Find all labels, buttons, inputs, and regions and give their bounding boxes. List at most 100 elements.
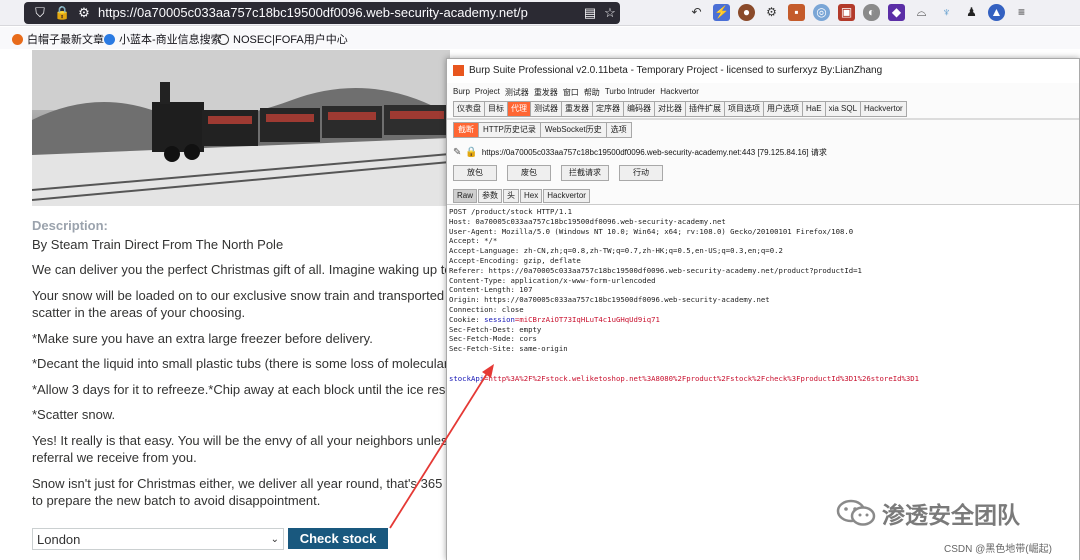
bookmark-item[interactable]: 小蓝本-商业信息搜索 bbox=[104, 31, 222, 47]
tab-params[interactable]: 参数 bbox=[478, 189, 503, 203]
burp-logo-icon bbox=[453, 65, 464, 76]
address-bar[interactable]: ⛉ 🔒 ⚙ https://0a70005c033aa757c18bc19500… bbox=[24, 2, 620, 24]
store-select[interactable]: London ⌄ bbox=[32, 528, 284, 550]
request-line: Sec-Fetch-Site: same-origin bbox=[449, 344, 568, 354]
menu-item[interactable]: 帮助 bbox=[584, 87, 600, 99]
extension-icon[interactable]: ◎ bbox=[813, 4, 830, 21]
proxy-sub-tabs: 截断 HTTP历史记录 WebSocket历史 选项 bbox=[453, 122, 632, 138]
tab-xia-sql[interactable]: xia SQL bbox=[824, 101, 861, 117]
lock-icon: 🔒 bbox=[465, 147, 478, 158]
intercept-toggle-button[interactable]: 拦截请求 bbox=[561, 165, 609, 181]
tab-target[interactable]: 目标 bbox=[484, 101, 507, 117]
product-image bbox=[32, 50, 450, 206]
menu-item[interactable]: Burp bbox=[453, 87, 470, 99]
extension-icon[interactable]: ◆ bbox=[888, 4, 905, 21]
burp-window: Burp Suite Professional v2.0.11beta - Te… bbox=[446, 58, 1080, 560]
watermark: 渗透安全团队 bbox=[836, 496, 1020, 530]
tab-dashboard[interactable]: 仪表盘 bbox=[453, 101, 484, 117]
menu-item[interactable]: 窗口 bbox=[563, 87, 579, 99]
menu-item[interactable]: 测试器 bbox=[505, 87, 529, 99]
url-text[interactable]: https://0a70005c033aa757c18bc19500df0096… bbox=[98, 5, 528, 21]
store-select-value: London bbox=[37, 531, 81, 547]
request-info-text: https://0a70005c033aa757c18bc19500df0096… bbox=[481, 148, 827, 157]
body-line: stockApi=http%3A%2F%2Fstock.weliketoshop… bbox=[449, 374, 1079, 384]
tab-intercept[interactable]: 截断 bbox=[453, 122, 478, 138]
url-suffix: /product?productId bbox=[516, 5, 528, 20]
menu-icon[interactable]: ≡ bbox=[1013, 4, 1030, 21]
permissions-icon[interactable]: ⚙ bbox=[76, 5, 92, 21]
cookie-name: session bbox=[484, 314, 515, 324]
lock-icon[interactable]: 🔒 bbox=[54, 5, 70, 21]
pencil-icon[interactable]: ✎ bbox=[453, 147, 461, 158]
extension-icon[interactable]: ▪ bbox=[788, 4, 805, 21]
drop-button[interactable]: 废包 bbox=[507, 165, 551, 181]
extension-icon[interactable]: ▣ bbox=[838, 4, 855, 21]
tab-comparer[interactable]: 对比器 bbox=[654, 101, 685, 117]
request-line: Connection: close bbox=[449, 304, 524, 314]
description-paragraph: Snow isn't just for Christmas either, we… bbox=[32, 476, 461, 491]
request-line: Sec-Fetch-Mode: cors bbox=[449, 334, 537, 344]
bookmark-favicon-icon bbox=[12, 33, 23, 45]
description-paragraph: scatter in the areas of your choosing. bbox=[32, 305, 246, 320]
description-paragraph: *Make sure you have an extra large freez… bbox=[32, 331, 373, 346]
tab-user-options[interactable]: 用户选项 bbox=[763, 101, 802, 117]
forward-button[interactable]: 放包 bbox=[453, 165, 497, 181]
bookmark-label: NOSEC|FOFA用户中心 bbox=[233, 34, 348, 46]
tab-decoder[interactable]: 编码器 bbox=[623, 101, 654, 117]
description-paragraph: By Steam Train Direct From The North Pol… bbox=[32, 237, 284, 252]
tab-http-history[interactable]: HTTP历史记录 bbox=[478, 122, 540, 138]
burp-title: Burp Suite Professional v2.0.11beta - Te… bbox=[469, 65, 883, 76]
tab-headers[interactable]: 头 bbox=[503, 189, 520, 203]
tab-hex[interactable]: Hex bbox=[520, 189, 543, 203]
menu-item[interactable]: Turbo Intruder bbox=[605, 87, 655, 99]
check-stock-button[interactable]: Check stock bbox=[288, 528, 388, 549]
url-host: web-security-academy.net bbox=[366, 5, 517, 20]
bookmark-star-icon[interactable]: ☆ bbox=[602, 5, 618, 21]
person-icon[interactable]: ♟ bbox=[963, 4, 980, 21]
hat-icon[interactable]: ⌓ bbox=[913, 4, 930, 21]
description-paragraph: Your snow will be loaded on to our exclu… bbox=[32, 288, 462, 303]
description-paragraph: We can deliver you the perfect Christmas… bbox=[32, 262, 459, 277]
divider bbox=[447, 118, 1079, 120]
bookmark-label: 白帽子最新文章 bbox=[27, 34, 104, 46]
request-line: Accept-Encoding: gzip, deflate bbox=[449, 255, 581, 265]
cookie-value: =miCBrzAiOT73IqHLuT4c1uGHqUd9iq71 bbox=[514, 314, 660, 324]
intercept-actions: 放包 废包 拦截请求 行动 bbox=[453, 165, 663, 181]
tab-hackvertor[interactable]: Hackvertor bbox=[860, 101, 907, 117]
body-param-value: =http%3A%2F%2Fstock.weliketoshop.net%3A8… bbox=[484, 373, 920, 383]
cookie-line: Cookie: session=miCBrzAiOT73IqHLuT4c1uGH… bbox=[449, 315, 1079, 325]
tab-hackvertor-view[interactable]: Hackvertor bbox=[543, 189, 590, 203]
cookie-icon[interactable]: ● bbox=[738, 4, 755, 21]
extension-icon[interactable]: ⚡ bbox=[713, 4, 730, 21]
request-line: Content-Type: application/x-www-form-url… bbox=[449, 275, 656, 285]
bookmarks-bar: 白帽子最新文章 小蓝本-商业信息搜索 NOSEC|FOFA用户中心 bbox=[0, 27, 1080, 49]
bookmark-item[interactable]: 白帽子最新文章 bbox=[12, 31, 104, 47]
tab-project-options[interactable]: 项目选项 bbox=[724, 101, 763, 117]
shield-icon[interactable]: ⛉ bbox=[32, 5, 48, 21]
tab-options[interactable]: 选项 bbox=[605, 122, 632, 138]
tab-repeater[interactable]: 重发器 bbox=[561, 101, 592, 117]
tab-hae[interactable]: HaE bbox=[802, 101, 825, 117]
toggle-icon[interactable]: ◐ bbox=[863, 4, 880, 21]
tab-intruder[interactable]: 测试器 bbox=[530, 101, 561, 117]
gear-icon[interactable]: ⚙ bbox=[763, 4, 780, 21]
action-button[interactable]: 行动 bbox=[619, 165, 663, 181]
reader-view-icon[interactable]: ▤ bbox=[582, 5, 598, 21]
pin-icon[interactable]: ♆ bbox=[938, 4, 955, 21]
menu-item[interactable]: Hackvertor bbox=[660, 87, 699, 99]
watermark-text: 渗透安全团队 bbox=[882, 502, 1020, 528]
bookmark-item[interactable]: NOSEC|FOFA用户中心 bbox=[218, 31, 348, 47]
back-icon[interactable]: ↶ bbox=[688, 4, 705, 21]
tab-extender[interactable]: 插件扩展 bbox=[685, 101, 724, 117]
tab-websocket-history[interactable]: WebSocket历史 bbox=[539, 122, 606, 138]
description-paragraph: to prepare the new batch to avoid disapp… bbox=[32, 493, 321, 508]
cookie-key: Cookie: bbox=[449, 314, 485, 324]
account-icon[interactable]: ▲ bbox=[988, 4, 1005, 21]
tab-raw[interactable]: Raw bbox=[453, 189, 478, 203]
body-param-key: stockApi bbox=[449, 373, 485, 383]
tab-sequencer[interactable]: 定序器 bbox=[592, 101, 623, 117]
menu-item[interactable]: Project bbox=[475, 87, 500, 99]
menu-item[interactable]: 重发器 bbox=[534, 87, 558, 99]
tab-proxy[interactable]: 代理 bbox=[507, 101, 530, 117]
